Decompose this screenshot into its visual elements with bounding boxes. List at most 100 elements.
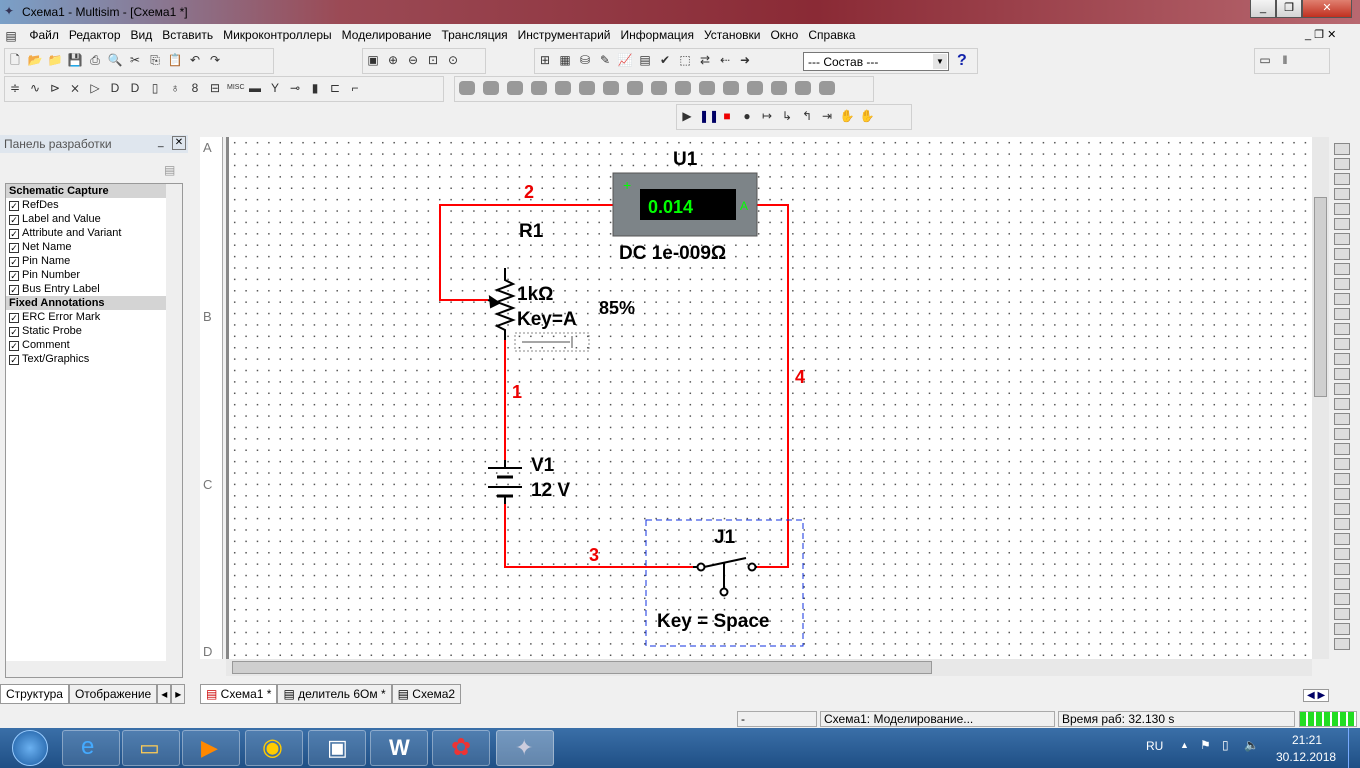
layer-item[interactable]: ✓ Bus Entry Label	[6, 282, 182, 296]
ammeter-symbol[interactable]: + A 0.014	[612, 172, 758, 237]
schematic-canvas[interactable]: + A 0.014 U1 DC 1e-009Ω R1 1kΩ Key=A 85%…	[226, 137, 1312, 659]
copy-icon[interactable]: ⎘	[147, 52, 163, 68]
save-app-taskbar-icon[interactable]: ▣	[308, 730, 366, 766]
checkbox[interactable]: ✓	[9, 201, 19, 211]
select-icon[interactable]: ⬚	[677, 52, 693, 68]
instrument-tool-icon[interactable]	[1334, 293, 1350, 305]
bus-icon[interactable]: ⌐	[347, 80, 363, 96]
instrument-tool-icon[interactable]	[1334, 593, 1350, 605]
cut-icon[interactable]: ✂	[127, 52, 143, 68]
print-preview-icon[interactable]: 🔍	[107, 52, 123, 68]
action-center-icon[interactable]: ⚑	[1200, 738, 1211, 752]
media-player-taskbar-icon[interactable]: ▶	[182, 730, 240, 766]
instrument-tool-icon[interactable]	[1334, 233, 1350, 245]
help-button[interactable]: ?	[957, 52, 967, 70]
vertical-scroll-thumb[interactable]	[1314, 197, 1327, 397]
step-icon[interactable]: ↦	[759, 108, 775, 124]
instrument-tool-icon[interactable]	[1334, 518, 1350, 530]
layer-item[interactable]: ✓ Static Probe	[6, 324, 182, 338]
save-icon[interactable]: 💾	[67, 52, 83, 68]
menu-view[interactable]: Вид	[126, 24, 158, 46]
tab-hierarchy[interactable]: Структура	[0, 684, 69, 704]
instrument-tool-icon[interactable]	[1334, 578, 1350, 590]
menu-window[interactable]: Окно	[765, 24, 803, 46]
canvas-vertical-scrollbar[interactable]	[1312, 137, 1329, 659]
instrument-icon[interactable]	[747, 81, 763, 95]
indicator-icon[interactable]: 8	[187, 80, 203, 96]
instrument-tool-icon[interactable]	[1334, 638, 1350, 650]
menu-file[interactable]: Файл	[24, 24, 64, 46]
instrument-icon[interactable]	[675, 81, 691, 95]
instrument-icon[interactable]	[579, 81, 595, 95]
network-icon[interactable]: ▯	[1222, 738, 1229, 752]
instrument-icon[interactable]	[507, 81, 523, 95]
run-icon[interactable]: ▶	[679, 108, 695, 124]
instrument-tool-icon[interactable]	[1334, 248, 1350, 260]
tab-visibility[interactable]: Отображение	[68, 684, 158, 704]
checkbox[interactable]: ✓	[9, 341, 19, 351]
explorer-taskbar-icon[interactable]: ▭	[122, 730, 180, 766]
mdi-controls[interactable]: _ ❐ ✕	[1305, 28, 1336, 41]
instrument-tool-icon[interactable]	[1334, 383, 1350, 395]
database-icon[interactable]: ⛁	[577, 52, 593, 68]
run-to-cursor-icon[interactable]: ⇥	[819, 108, 835, 124]
undo-icon[interactable]: ↶	[187, 52, 203, 68]
instrument-tool-icon[interactable]	[1334, 173, 1350, 185]
tab-scroll-right[interactable]: ▸	[171, 684, 186, 704]
instrument-icon[interactable]	[699, 81, 715, 95]
chrome-taskbar-icon[interactable]: ◉	[245, 730, 303, 766]
instrument-icon[interactable]	[531, 81, 547, 95]
instrument-tool-icon[interactable]	[1334, 203, 1350, 215]
layer-item[interactable]: ✓ Pin Number	[6, 268, 182, 282]
ttl-icon[interactable]: D	[107, 80, 123, 96]
pause-view-icon[interactable]: ‖	[1277, 52, 1293, 68]
volume-icon[interactable]: 🔈	[1244, 738, 1259, 752]
instrument-icon[interactable]	[555, 81, 571, 95]
instrument-icon[interactable]	[723, 81, 739, 95]
instrument-tool-icon[interactable]	[1334, 323, 1350, 335]
instrument-tool-icon[interactable]	[1334, 308, 1350, 320]
close-button[interactable]: ✕	[1302, 0, 1352, 18]
advanced-icon[interactable]: ▬	[247, 80, 263, 96]
show-hidden-icons[interactable]: ▲	[1180, 740, 1189, 750]
instrument-tool-icon[interactable]	[1334, 473, 1350, 485]
checkbox[interactable]: ✓	[9, 355, 19, 365]
menu-options[interactable]: Установки	[699, 24, 765, 46]
transistor-icon[interactable]: ⨯	[67, 80, 83, 96]
new-icon[interactable]: 🗋	[7, 52, 23, 68]
panel-pin-button[interactable]: _	[158, 137, 164, 148]
menu-tools[interactable]: Инструментарий	[513, 24, 616, 46]
power-icon[interactable]: ⊟	[207, 80, 223, 96]
probe-icon[interactable]: ●	[739, 108, 755, 124]
layer-item[interactable]: ✓ Comment	[6, 338, 182, 352]
instrument-tool-icon[interactable]	[1334, 458, 1350, 470]
basic-icon[interactable]: ∿	[27, 80, 43, 96]
rf-icon[interactable]: Y	[267, 80, 283, 96]
checkbox[interactable]: ✓	[9, 243, 19, 253]
mcu-icon[interactable]: ▯	[147, 80, 163, 96]
instrument-tool-icon[interactable]	[1334, 188, 1350, 200]
ie-taskbar-icon[interactable]: e	[62, 730, 120, 766]
doc-tab-schema2[interactable]: ▤ Схема2	[391, 684, 462, 704]
doc-tabs-scroll[interactable]: ◀ ▶	[1303, 689, 1330, 702]
battery-symbol[interactable]	[488, 460, 522, 504]
open-sample-icon[interactable]: 📁	[47, 52, 63, 68]
instrument-tool-icon[interactable]	[1334, 338, 1350, 350]
layer-item[interactable]: ✓ Pin Name	[6, 254, 182, 268]
panel-options-icon[interactable]: ▤	[164, 163, 175, 177]
show-desktop-button[interactable]	[1348, 728, 1360, 768]
misc-icon[interactable]: MISC	[227, 80, 245, 96]
transfer-icon[interactable]: ⇄	[697, 52, 713, 68]
zoom-fit-icon[interactable]: ⊙	[445, 52, 461, 68]
wires[interactable]	[439, 204, 789, 568]
canvas-horizontal-scrollbar[interactable]	[226, 659, 1312, 676]
cmos-icon[interactable]: D	[127, 80, 143, 96]
instrument-tool-icon[interactable]	[1334, 263, 1350, 275]
step-out-icon[interactable]: ↰	[799, 108, 815, 124]
multisim-taskbar-icon[interactable]: ✦	[496, 730, 554, 766]
instrument-tool-icon[interactable]	[1334, 368, 1350, 380]
checkbox[interactable]: ✓	[9, 285, 19, 295]
source-icon[interactable]: ≑	[7, 80, 23, 96]
mixed-icon[interactable]: ♁	[167, 80, 183, 96]
instrument-icon[interactable]	[483, 81, 499, 95]
